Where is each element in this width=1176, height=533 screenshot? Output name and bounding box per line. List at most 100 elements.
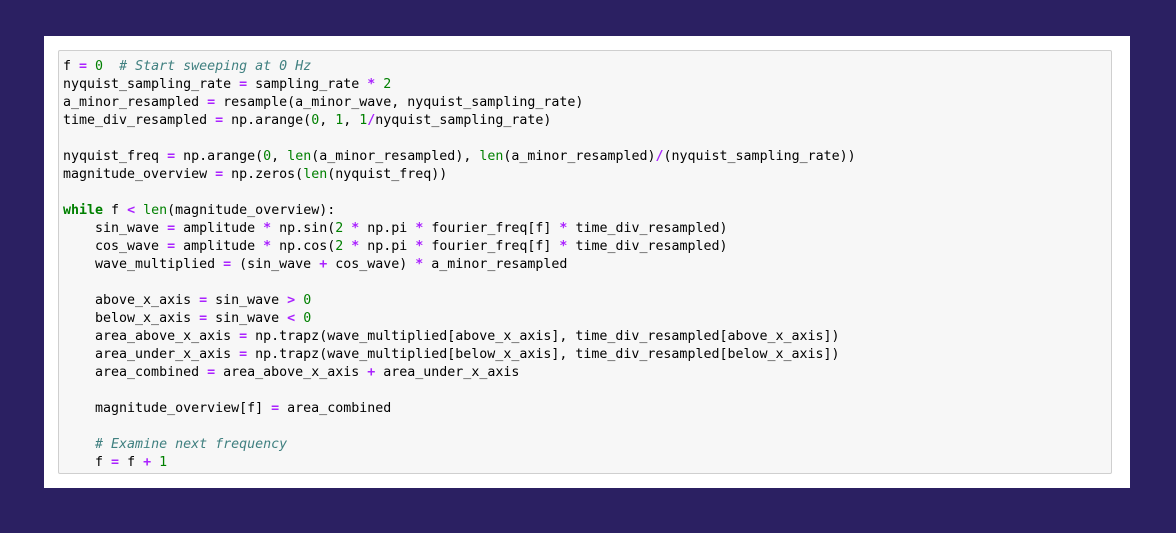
code-token: f: [119, 455, 144, 470]
code-token: ,: [319, 113, 336, 128]
code-editor[interactable]: f = 0 # Start sweeping at 0 Hz nyquist_sa…: [63, 58, 856, 472]
code-token: f: [103, 203, 128, 218]
code-token: time_div_resampled: [63, 113, 216, 128]
operator-token: <: [287, 311, 296, 326]
operator-token: =: [271, 401, 280, 416]
code-token: fourier_freq[f]: [423, 221, 560, 236]
code-token: np.trapz(wave_multiplied[above_x_axis], …: [247, 329, 840, 344]
operator-token: =: [215, 167, 224, 182]
code-token: sampling_rate: [247, 77, 368, 92]
code-line: magnitude_overview[f] = area_combined: [63, 400, 856, 418]
code-token: magnitude_overview: [63, 167, 216, 182]
code-token: np.arange(: [175, 149, 264, 164]
code-token: cos_wave: [63, 239, 168, 254]
operator-token: >: [287, 293, 296, 308]
code-token: magnitude_overview[f]: [63, 401, 272, 416]
builtin-token: len: [143, 203, 168, 218]
number-token: 0: [303, 311, 312, 326]
number-token: 0: [303, 293, 312, 308]
operator-token: =: [199, 293, 208, 308]
builtin-token: len: [479, 149, 504, 164]
code-cell[interactable]: f = 0 # Start sweeping at 0 Hz nyquist_sa…: [58, 50, 1112, 474]
number-token: 0: [263, 149, 272, 164]
number-token: 1: [159, 455, 168, 470]
code-token: np.sin(: [271, 221, 336, 236]
operator-token: =: [215, 113, 224, 128]
operator-token: <: [127, 203, 136, 218]
operator-token: *: [263, 221, 272, 236]
number-token: 2: [383, 77, 392, 92]
code-token: np.pi: [359, 239, 416, 254]
code-line: a_minor_resampled = resample(a_minor_wav…: [63, 94, 856, 112]
code-token: f: [63, 455, 112, 470]
code-line: area_above_x_axis = np.trapz(wave_multip…: [63, 328, 856, 346]
operator-token: =: [239, 77, 248, 92]
code-line: below_x_axis = sin_wave < 0: [63, 310, 856, 328]
code-token: (a_minor_resampled): [503, 149, 656, 164]
code-token: area_combined: [279, 401, 392, 416]
operator-token: =: [199, 311, 208, 326]
code-line: cos_wave = amplitude * np.cos(2 * np.pi …: [63, 238, 856, 256]
code-line: above_x_axis = sin_wave > 0: [63, 292, 856, 310]
code-token: area_combined: [63, 365, 208, 380]
code-line: # Examine next frequency: [63, 436, 856, 454]
code-token: a_minor_resampled: [63, 95, 208, 110]
code-token: sin_wave: [63, 221, 168, 236]
code-line: wave_multiplied = (sin_wave + cos_wave) …: [63, 256, 856, 274]
code-token: fourier_freq[f]: [423, 239, 560, 254]
operator-token: =: [207, 365, 216, 380]
code-token: sin_wave: [207, 311, 288, 326]
code-token: f: [63, 59, 80, 74]
builtin-token: len: [287, 149, 312, 164]
code-line: time_div_resampled = np.arange(0, 1, 1/n…: [63, 112, 856, 130]
operator-token: *: [263, 239, 272, 254]
code-token: area_under_x_axis: [63, 347, 240, 362]
operator-token: =: [239, 347, 248, 362]
comment-token: # Start sweeping at 0 Hz: [119, 59, 312, 74]
code-token: np.cos(: [271, 239, 336, 254]
code-line: area_combined = area_above_x_axis + area…: [63, 364, 856, 382]
code-line: f = 0 # Start sweeping at 0 Hz: [63, 58, 856, 76]
operator-token: =: [207, 95, 216, 110]
code-token: np.zeros(: [223, 167, 304, 182]
operator-token: +: [319, 257, 328, 272]
operator-token: =: [167, 221, 176, 236]
code-token: area_above_x_axis: [215, 365, 368, 380]
code-line: while f < len(magnitude_overview):: [63, 202, 856, 220]
code-token: (magnitude_overview):: [167, 203, 336, 218]
operator-token: +: [143, 455, 152, 470]
code-token: (sin_wave: [231, 257, 320, 272]
keyword-token: while: [63, 203, 104, 218]
code-token: area_under_x_axis: [375, 365, 520, 380]
code-token: (nyquist_sampling_rate)): [663, 149, 856, 164]
code-token: time_div_resampled): [567, 221, 728, 236]
code-token: below_x_axis: [63, 311, 200, 326]
code-token: amplitude: [175, 221, 264, 236]
comment-token: # Examine next frequency: [95, 437, 288, 452]
code-token: a_minor_resampled: [423, 257, 568, 272]
code-token: time_div_resampled): [567, 239, 728, 254]
code-token: ,: [343, 113, 360, 128]
code-line: sin_wave = amplitude * np.sin(2 * np.pi …: [63, 220, 856, 238]
operator-token: =: [239, 329, 248, 344]
operator-token: /: [655, 149, 664, 164]
code-token: nyquist_sampling_rate): [375, 113, 552, 128]
code-token: np.pi: [359, 221, 416, 236]
code-token: np.trapz(wave_multiplied[below_x_axis], …: [247, 347, 840, 362]
operator-token: =: [223, 257, 232, 272]
operator-token: =: [167, 239, 176, 254]
operator-token: =: [167, 149, 176, 164]
code-token: wave_multiplied: [63, 257, 224, 272]
code-token: amplitude: [175, 239, 264, 254]
